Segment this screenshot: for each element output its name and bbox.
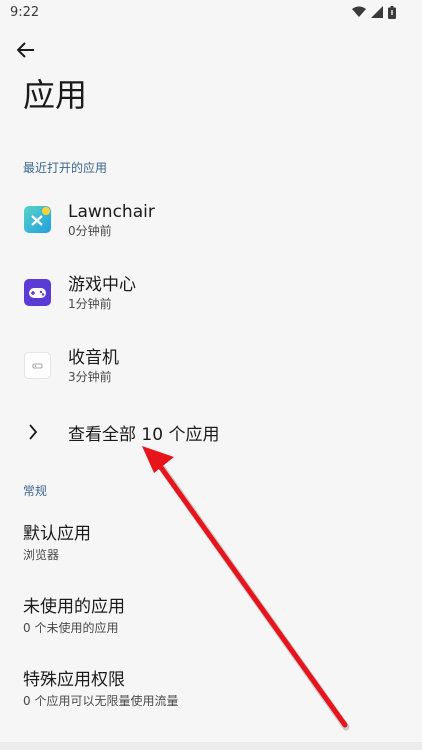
item-subtitle: 0 个未使用的应用 <box>23 621 119 635</box>
back-button[interactable] <box>12 36 40 64</box>
app-name: 游戏中心 <box>68 275 136 295</box>
radio-icon <box>24 352 51 379</box>
app-last-used: 1分钟前 <box>68 297 112 311</box>
arrow-left-icon <box>17 42 34 58</box>
app-last-used: 3分钟前 <box>68 370 112 384</box>
app-name: Lawnchair <box>68 202 155 222</box>
see-all-label: 查看全部 10 个应用 <box>68 424 220 445</box>
app-last-used: 0分钟前 <box>68 224 112 238</box>
app-name: 收音机 <box>68 348 119 368</box>
battery-icon <box>388 5 396 19</box>
lawnchair-icon <box>24 206 51 233</box>
item-title: 未使用的应用 <box>23 597 125 617</box>
status-time: 9:22 <box>10 4 40 20</box>
default-apps-item[interactable]: 默认应用 浏览器 <box>0 522 422 592</box>
unused-apps-item[interactable]: 未使用的应用 0 个未使用的应用 <box>0 595 422 665</box>
wifi-icon <box>352 6 366 17</box>
see-all-apps-button[interactable]: 查看全部 10 个应用 <box>0 412 422 452</box>
app-item-radio[interactable]: 收音机 3分钟前 <box>0 329 422 402</box>
status-icons <box>352 5 396 19</box>
item-title: 特殊应用权限 <box>23 670 125 690</box>
app-item-game-center[interactable]: 游戏中心 1分钟前 <box>0 256 422 329</box>
page-title: 应用 <box>23 76 88 114</box>
special-app-access-item[interactable]: 特殊应用权限 0 个应用可以无限量使用流量 <box>0 668 422 738</box>
gamepad-icon <box>24 279 51 306</box>
item-subtitle: 0 个应用可以无限量使用流量 <box>23 694 179 708</box>
section-label-general: 常规 <box>23 484 48 498</box>
chevron-right-icon <box>29 424 38 440</box>
app-item-lawnchair[interactable]: Lawnchair 0分钟前 <box>0 183 422 256</box>
signal-icon <box>371 6 383 18</box>
section-label-recent: 最近打开的应用 <box>23 161 108 175</box>
bottom-divider <box>0 742 422 750</box>
item-title: 默认应用 <box>23 524 91 544</box>
item-subtitle: 浏览器 <box>23 548 60 562</box>
status-bar: 9:22 <box>0 0 422 24</box>
